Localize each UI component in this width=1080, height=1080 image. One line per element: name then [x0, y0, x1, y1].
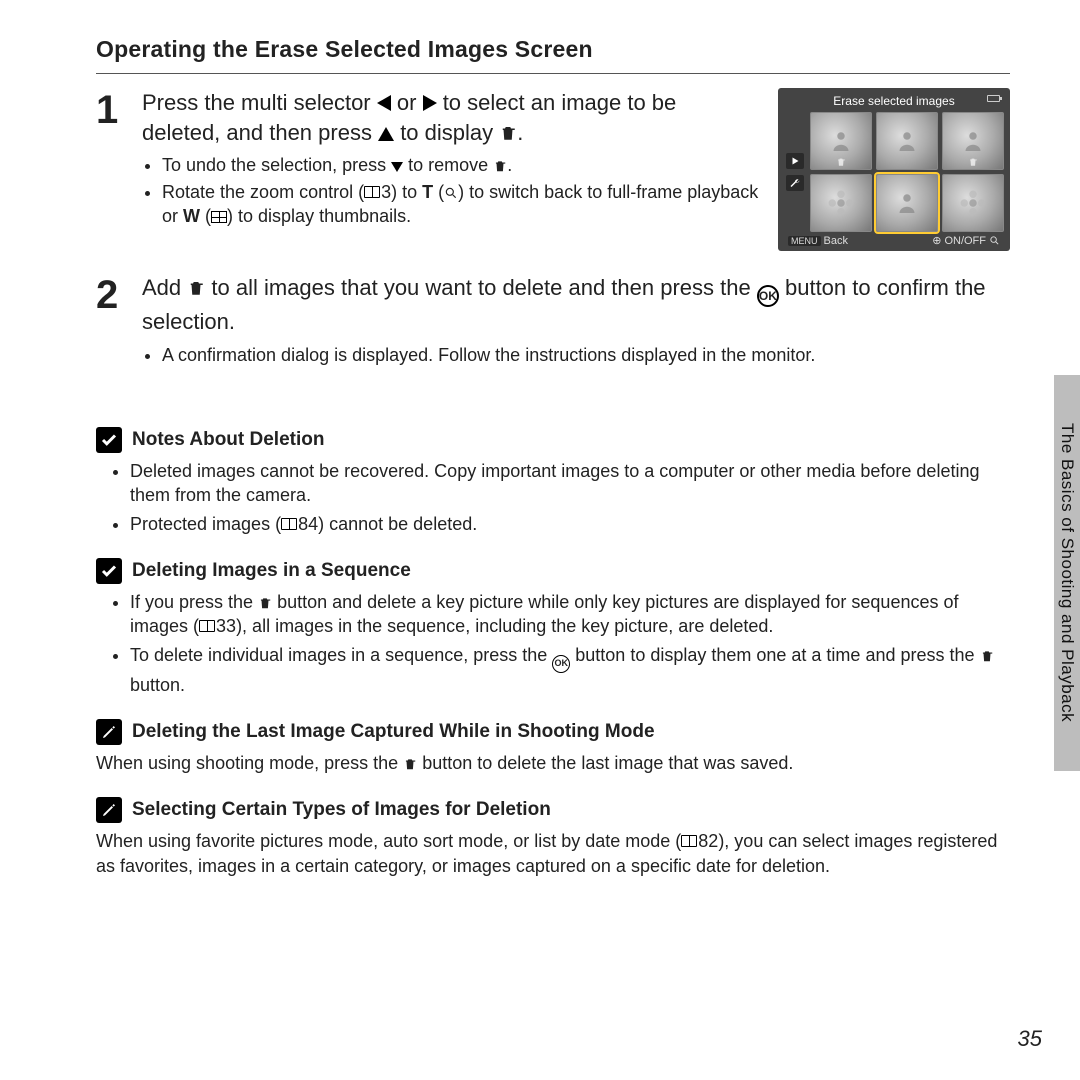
text: Protected images ( [130, 514, 281, 534]
text: ) to [391, 182, 422, 202]
text: To delete individual images in a sequenc… [130, 645, 552, 665]
text: Add [142, 275, 187, 300]
menu-key-icon: MENU [788, 236, 821, 246]
text: ), all images in the sequence, including… [236, 616, 773, 636]
trash-icon [499, 124, 517, 142]
step2-heading: Add to all images that you want to delet… [142, 273, 1010, 337]
divider [96, 73, 1010, 74]
book-icon [364, 186, 380, 198]
check-note-icon [96, 427, 122, 453]
lcd-back: Back [824, 235, 848, 247]
text: or [397, 90, 423, 115]
note-paragraph: When using favorite pictures mode, auto … [96, 829, 1010, 878]
text: If you press the [130, 592, 258, 612]
step1-bullet-1: To undo the selection, press to remove . [162, 153, 760, 177]
ok-button-icon: OK [757, 285, 779, 307]
text: . [507, 155, 512, 175]
note-bullet: Deleted images cannot be recovered. Copy… [130, 459, 1010, 508]
text: button to display them one at a time and… [570, 645, 979, 665]
down-arrow-icon [391, 162, 403, 172]
onoff-icon: ⊕ [932, 234, 941, 247]
notes-about-deletion: Notes About Deletion Deleted images cann… [96, 427, 1010, 536]
pencil-note-icon [96, 719, 122, 745]
page-number: 35 [1018, 1026, 1042, 1052]
setup-icon [786, 175, 804, 191]
camera-lcd-illustration: Erase selected images MENUBack ⊕ON/OFF [778, 88, 1010, 251]
note-bullet: To delete individual images in a sequenc… [130, 643, 1010, 697]
page-ref: 3 [381, 180, 391, 204]
text: ) cannot be deleted. [318, 514, 477, 534]
thumb-selected [876, 174, 938, 232]
note-title: Selecting Certain Types of Images for De… [132, 799, 551, 821]
trash-icon [187, 279, 205, 297]
check-note-icon [96, 558, 122, 584]
deleting-last-image: Deleting the Last Image Captured While i… [96, 719, 1010, 775]
thumb [876, 112, 938, 170]
text: button to delete the last image that was… [417, 753, 793, 773]
lcd-title: Erase selected images [833, 94, 954, 108]
battery-icon [987, 95, 1000, 102]
step-1: 1 Press the multi selector or to select … [96, 88, 760, 230]
text: ) to display thumbnails. [227, 206, 411, 226]
text: button. [130, 675, 185, 695]
playback-mode-icon [786, 153, 804, 169]
thumb [942, 174, 1004, 232]
trash-icon [258, 596, 272, 610]
step2-bullet-1: A confirmation dialog is displayed. Foll… [162, 343, 1010, 367]
section-tab: The Basics of Shooting and Playback [1054, 375, 1080, 771]
book-icon [681, 835, 697, 847]
note-title: Deleting Images in a Sequence [132, 560, 411, 582]
thumb [942, 112, 1004, 170]
lcd-onoff: ON/OFF [944, 235, 986, 247]
note-title: Deleting the Last Image Captured While i… [132, 721, 655, 743]
zoom-t-label: T [422, 182, 433, 202]
text: Rotate the zoom control ( [162, 182, 364, 202]
trash-icon [403, 757, 417, 771]
text: to all images that you want to delete an… [211, 275, 756, 300]
text: Press the multi selector [142, 90, 377, 115]
thumbnails-icon [211, 211, 227, 223]
note-title: Notes About Deletion [132, 429, 324, 451]
thumb [810, 112, 872, 170]
ok-button-icon: OK [552, 655, 570, 673]
note-bullet: If you press the button and delete a key… [130, 590, 1010, 639]
book-icon [199, 620, 215, 632]
step1-bullet-2: Rotate the zoom control (3) to T () to s… [162, 180, 760, 229]
book-icon [281, 518, 297, 530]
step-number-2: 2 [96, 273, 124, 369]
selecting-types-deletion: Selecting Certain Types of Images for De… [96, 797, 1010, 878]
note-bullet: Protected images ( 84) cannot be deleted. [130, 512, 1010, 536]
pencil-note-icon [96, 797, 122, 823]
section-tab-text: The Basics of Shooting and Playback [1057, 423, 1077, 722]
text: When using favorite pictures mode, auto … [96, 831, 681, 851]
page-ref: 84 [298, 512, 318, 536]
text: to remove [408, 155, 493, 175]
page-title: Operating the Erase Selected Images Scre… [96, 36, 1010, 63]
text: to display [400, 120, 499, 145]
magnify-icon [444, 186, 458, 200]
note-paragraph: When using shooting mode, press the butt… [96, 751, 1010, 775]
text: To undo the selection, press [162, 155, 391, 175]
right-arrow-icon [423, 95, 437, 111]
up-arrow-icon [378, 127, 394, 141]
step-2: 2 Add to all images that you want to del… [96, 273, 1010, 369]
text: . [517, 120, 523, 145]
page-ref: 82 [698, 829, 718, 853]
step-number-1: 1 [96, 88, 124, 230]
trash-icon [493, 159, 507, 173]
text: When using shooting mode, press the [96, 753, 403, 773]
trash-icon [980, 649, 994, 663]
magnify-icon [989, 235, 1000, 246]
step1-heading: Press the multi selector or to select an… [142, 88, 760, 147]
deleting-images-sequence: Deleting Images in a Sequence If you pre… [96, 558, 1010, 697]
thumb [810, 174, 872, 232]
page-ref: 33 [216, 614, 236, 638]
zoom-w-label: W [183, 206, 200, 226]
left-arrow-icon [377, 95, 391, 111]
